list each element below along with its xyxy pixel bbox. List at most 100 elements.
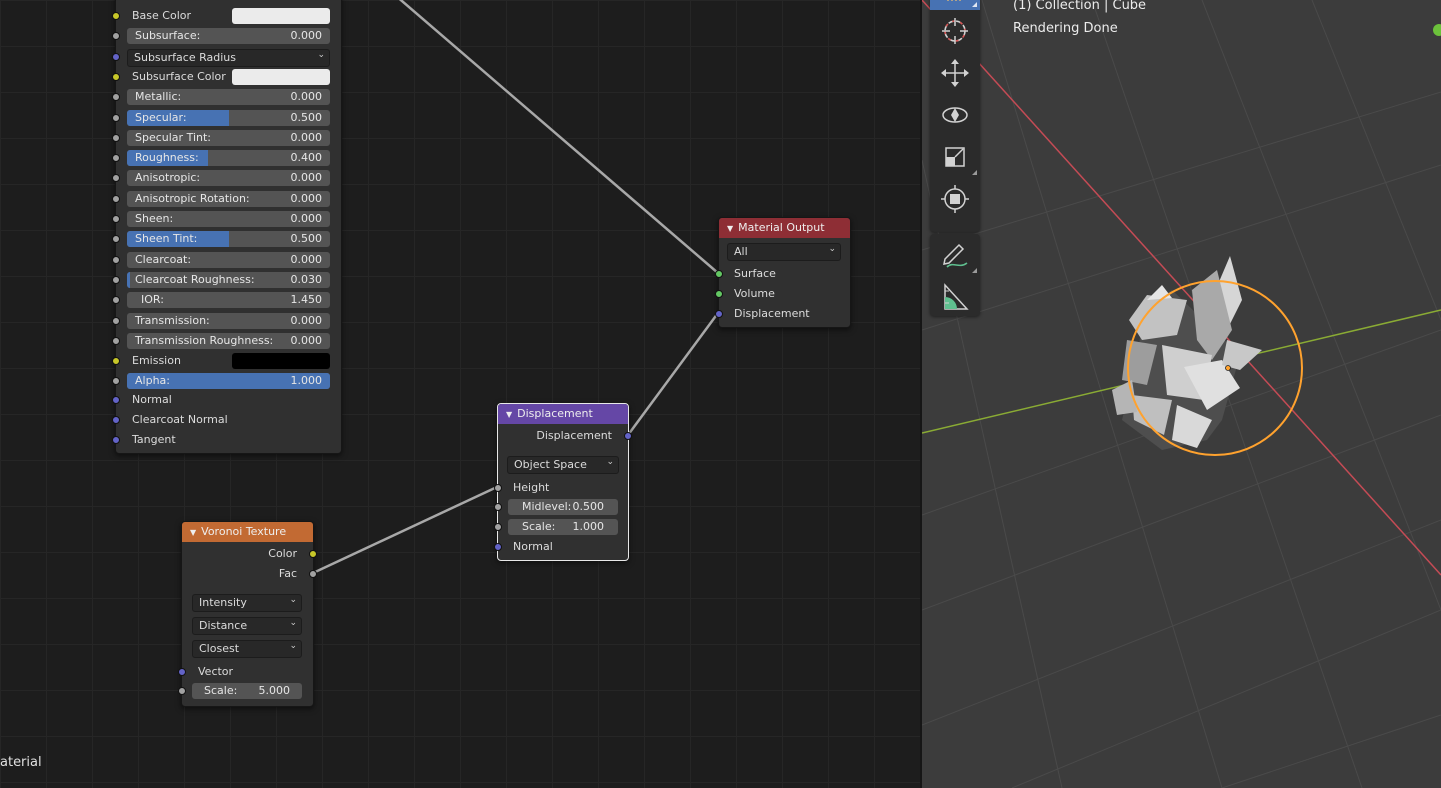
bsdf-value-field[interactable]: IOR: 1.450 (127, 292, 330, 308)
material-output-header[interactable]: ▼ Material Output (719, 218, 850, 238)
bsdf-field-value: 0.000 (290, 314, 323, 327)
vector-socket[interactable] (178, 668, 186, 676)
color-swatch[interactable] (232, 353, 330, 369)
rotate-tool[interactable] (930, 94, 980, 136)
scale-field[interactable]: Scale: 1.000 (508, 519, 618, 535)
bsdf-input-socket[interactable] (112, 12, 120, 20)
bsdf-input-socket[interactable] (112, 215, 120, 223)
volume-socket[interactable] (715, 290, 723, 298)
color-output-socket[interactable] (309, 550, 317, 558)
color-swatch[interactable] (232, 8, 330, 24)
normal-socket[interactable] (494, 543, 502, 551)
bsdf-value-field[interactable]: Specular Tint: 0.000 (127, 130, 330, 146)
select-box-tool[interactable] (930, 0, 980, 10)
scale-socket[interactable] (494, 523, 502, 531)
bsdf-input-label: Clearcoat Normal (132, 413, 228, 426)
bsdf-input-socket[interactable] (112, 357, 120, 365)
bsdf-input-socket[interactable] (112, 317, 120, 325)
bsdf-input-socket[interactable] (112, 276, 120, 284)
bsdf-input-socket[interactable] (112, 134, 120, 142)
voronoi-scale-field[interactable]: Scale: 5.000 (192, 683, 302, 699)
surface-socket[interactable] (715, 270, 723, 278)
displacement-title: Displacement (517, 407, 593, 420)
displacement-output-socket[interactable] (624, 432, 632, 440)
bsdf-value-field[interactable]: Transmission Roughness: 0.000 (127, 333, 330, 349)
annotate-tool[interactable] (930, 234, 980, 276)
bsdf-value-field[interactable]: Anisotropic: 0.000 (127, 170, 330, 186)
voronoi-header[interactable]: ▼ Voronoi Texture (182, 522, 313, 542)
bsdf-value-field[interactable]: Anisotropic Rotation: 0.000 (127, 191, 330, 207)
bsdf-row: Clearcoat Roughness: 0.030 (112, 270, 341, 290)
voronoi-metric-dropdown[interactable]: Distance ⌄ (192, 617, 302, 635)
bsdf-field-value: 0.000 (290, 192, 323, 205)
collapse-triangle-icon[interactable]: ▼ (506, 405, 512, 425)
subsurface-method-dropdown[interactable]: Subsurface Radius ⌄ (127, 49, 330, 67)
bsdf-input-socket[interactable] (112, 93, 120, 101)
bsdf-field-label: Transmission Roughness: (135, 334, 274, 347)
bsdf-input-socket[interactable] (112, 436, 120, 444)
height-socket[interactable] (494, 484, 502, 492)
bsdf-input-label: Emission (132, 354, 181, 367)
bsdf-input-socket[interactable] (112, 416, 120, 424)
color-swatch[interactable] (232, 69, 330, 85)
output-target-dropdown[interactable]: All ⌄ (727, 243, 841, 261)
voronoi-metric-value: Distance (199, 619, 248, 632)
link-bsdf-to-surface[interactable] (395, 0, 719, 274)
cursor-tool[interactable] (930, 10, 980, 52)
transform-tool[interactable] (930, 178, 980, 220)
bsdf-value-field[interactable]: Sheen Tint: 0.500 (127, 231, 330, 247)
voronoi-scale-label: Scale: (204, 684, 238, 697)
bsdf-field-label: Specular: (135, 111, 187, 124)
principled-bsdf-node[interactable]: Base Color Subsurface: 0.000 Subsurface Rad… (112, 0, 342, 454)
material-output-node[interactable]: ▼ Material Output All ⌄ Surface Volume Di… (715, 217, 851, 328)
bsdf-input-socket[interactable] (112, 32, 120, 40)
voronoi-texture-node[interactable]: ▼ Voronoi Texture Color Fac Intensity ⌄ D… (178, 521, 317, 707)
space-dropdown[interactable]: Object Space ⌄ (507, 456, 619, 474)
bsdf-input-socket[interactable] (112, 296, 120, 304)
bsdf-input-socket[interactable] (112, 73, 120, 81)
bsdf-input-socket[interactable] (112, 377, 120, 385)
midlevel-field[interactable]: Midlevel: 0.500 (508, 499, 618, 515)
displacement-header[interactable]: ▼ Displacement (498, 404, 628, 424)
move-tool[interactable] (930, 52, 980, 94)
bsdf-input-socket[interactable] (112, 396, 120, 404)
bsdf-input-socket[interactable] (112, 195, 120, 203)
bsdf-value-field[interactable]: Roughness: 0.400 (127, 150, 330, 166)
fac-output-socket[interactable] (309, 570, 317, 578)
bsdf-input-socket[interactable] (112, 114, 120, 122)
bsdf-value-field[interactable]: Clearcoat Roughness: 0.030 (127, 272, 330, 288)
gizmo-indicator[interactable] (1433, 24, 1441, 36)
bsdf-input-socket[interactable] (112, 174, 120, 182)
midlevel-socket[interactable] (494, 503, 502, 511)
link-displacement-to-output[interactable] (626, 312, 720, 436)
bsdf-input-socket[interactable] (112, 235, 120, 243)
viewport-status-text: Rendering Done (1013, 21, 1118, 36)
bsdf-input-socket[interactable] (112, 154, 120, 162)
bsdf-value-field[interactable]: Subsurface: 0.000 (127, 28, 330, 44)
collapse-triangle-icon[interactable]: ▼ (727, 219, 733, 239)
voronoi-mode-dropdown[interactable]: Intensity ⌄ (192, 594, 302, 612)
voronoi-scale-socket[interactable] (178, 687, 186, 695)
bsdf-input-socket[interactable] (112, 337, 120, 345)
socket-row-volume: Volume (715, 284, 850, 304)
3d-viewport[interactable] (922, 0, 1441, 788)
collapse-triangle-icon[interactable]: ▼ (190, 523, 196, 543)
link-fac-to-height[interactable] (312, 485, 498, 575)
bsdf-value-field[interactable]: Sheen: 0.000 (127, 211, 330, 227)
voronoi-feature-dropdown[interactable]: Closest ⌄ (192, 640, 302, 658)
bsdf-value-field[interactable]: Specular: 0.500 (127, 110, 330, 126)
bsdf-value-field[interactable]: Metallic: 0.000 (127, 89, 330, 105)
height-label: Height (513, 481, 550, 494)
bsdf-value-field[interactable]: Clearcoat: 0.000 (127, 252, 330, 268)
displacement-input-socket[interactable] (715, 310, 723, 318)
bsdf-value-field[interactable]: Alpha: 1.000 (127, 373, 330, 389)
displacement-node[interactable]: ▼ Displacement Displacement Object Space … (494, 403, 632, 561)
fac-output-label: Fac (278, 567, 297, 580)
bsdf-field-label: Transmission: (135, 314, 210, 327)
scale-tool[interactable] (930, 136, 980, 178)
bsdf-value-field[interactable]: Transmission: 0.000 (127, 313, 330, 329)
measure-tool[interactable] (930, 276, 980, 318)
bsdf-input-socket[interactable] (112, 256, 120, 264)
node-editor[interactable]: Base Color Subsurface: 0.000 Subsurface Rad… (0, 0, 920, 788)
bsdf-input-socket[interactable] (112, 53, 120, 61)
